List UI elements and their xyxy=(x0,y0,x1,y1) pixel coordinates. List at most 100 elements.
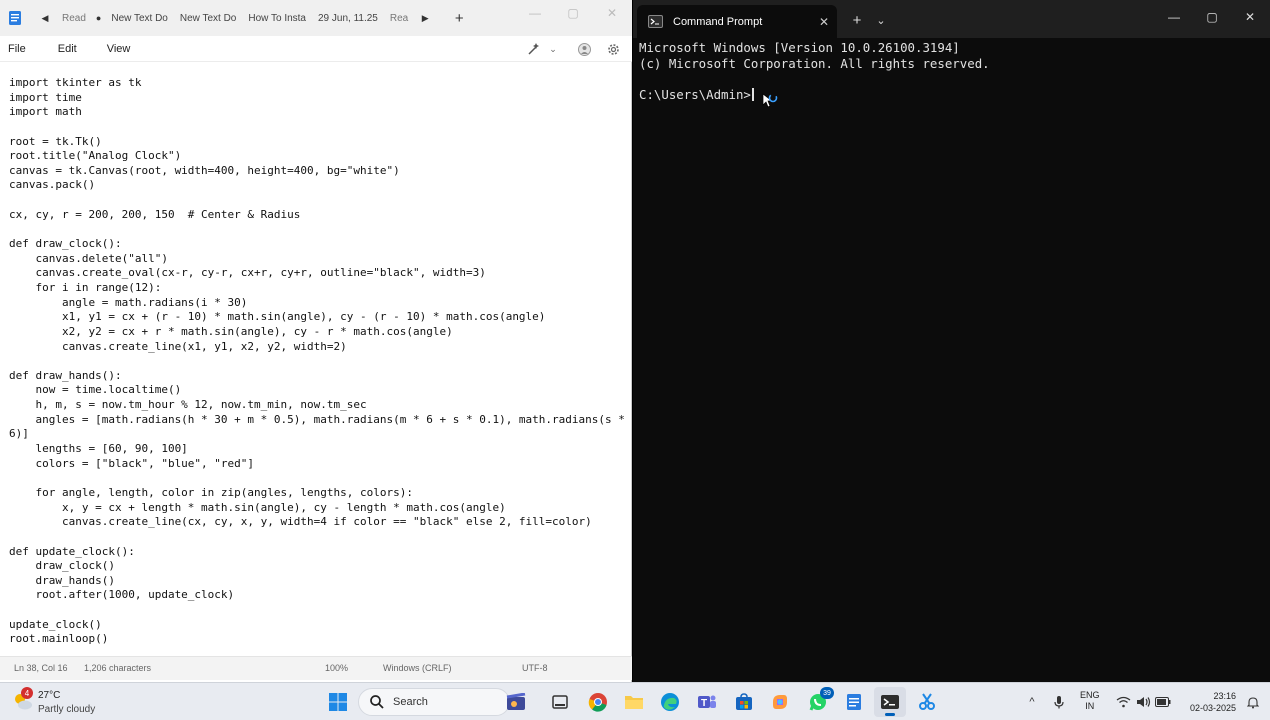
text-cursor xyxy=(751,88,754,101)
code-line: import math xyxy=(9,105,82,119)
code-editor[interactable]: import tkinter as tk import time import ma… xyxy=(9,76,629,654)
maximize-icon[interactable]: ▢ xyxy=(553,0,593,26)
code-line: canvas = tk.Canvas(root, width=400, heig… xyxy=(9,163,400,177)
language-region: IN xyxy=(1085,701,1095,711)
code-line: root = tk.Tk() xyxy=(9,134,102,148)
terminal-output[interactable]: Microsoft Windows [Version 10.0.26100.31… xyxy=(639,40,1264,71)
whatsapp-unread-badge: 39 xyxy=(820,687,834,699)
code-line: canvas.create_oval(cx-r, cy-r, cx+r, cy+… xyxy=(9,266,486,280)
copilot-icon[interactable] xyxy=(764,687,796,717)
code-line: angles = [math.radians(h * 30 + m * 0.5)… xyxy=(9,412,625,426)
code-line: x2, y2 = cx + r * math.sin(angle), cy - … xyxy=(9,324,453,338)
whatsapp-icon[interactable]: 39 xyxy=(802,687,834,717)
minimize-icon[interactable]: — xyxy=(515,0,555,26)
status-zoom[interactable]: 100% xyxy=(325,663,348,673)
code-line: def draw_clock(): xyxy=(9,237,122,251)
volume-icon[interactable] xyxy=(1134,687,1152,717)
taskbar-search-box[interactable]: Search xyxy=(358,688,510,716)
copilot-rewrite-icon[interactable] xyxy=(524,36,544,62)
teams-icon[interactable]: T xyxy=(691,687,723,717)
tab-read-2[interactable]: Rea xyxy=(384,0,414,36)
code-line: for i in range(12): xyxy=(9,280,162,294)
menu-view[interactable]: View xyxy=(99,36,139,62)
status-character-count: 1,206 characters xyxy=(84,663,152,673)
edge-icon[interactable] xyxy=(654,687,686,717)
menu-edit[interactable]: Edit xyxy=(50,36,85,62)
terminal-tab-title: Command Prompt xyxy=(673,15,763,28)
terminal-output-line: (c) Microsoft Corporation. All rights re… xyxy=(639,55,990,71)
show-hidden-icons-chevron-icon[interactable]: ^ xyxy=(1024,687,1040,717)
account-icon[interactable] xyxy=(574,36,594,62)
notepad-app-icon xyxy=(2,0,28,36)
search-label: Search xyxy=(393,696,428,708)
new-tab-icon[interactable]: + xyxy=(847,5,867,35)
code-line: draw_hands() xyxy=(9,573,115,587)
terminal-taskbar-icon[interactable] xyxy=(874,687,906,717)
code-line: import time xyxy=(9,90,82,104)
busy-pointer-icon xyxy=(762,93,778,108)
terminal-prompt-line[interactable]: C:\Users\Admin> xyxy=(639,87,754,102)
close-icon[interactable]: ✕ xyxy=(592,0,632,26)
code-line: update_clock() xyxy=(9,617,102,631)
code-line: root.mainloop() xyxy=(9,632,109,646)
notepad-titlebar: ◀ Read ● New Text Do New Text Do How To … xyxy=(0,0,632,36)
rewrite-dropdown-icon[interactable]: ⌄ xyxy=(546,36,560,62)
notepad-taskbar-icon[interactable] xyxy=(838,687,870,717)
settings-gear-icon[interactable] xyxy=(603,36,623,62)
notification-bell-icon[interactable] xyxy=(1244,687,1262,717)
status-encoding[interactable]: UTF-8 xyxy=(522,663,548,673)
tab-new-text-doc-2[interactable]: New Text Do xyxy=(174,0,243,36)
notepad-statusbar: Ln 38, Col 16 1,206 characters 100% Wind… xyxy=(0,656,632,680)
status-line-ending[interactable]: Windows (CRLF) xyxy=(383,663,452,673)
clock-date: 02-03-2025 xyxy=(1189,703,1236,713)
close-tab-icon[interactable]: ✕ xyxy=(811,15,837,29)
terminal-maximize-icon[interactable]: ▢ xyxy=(1193,0,1231,34)
file-explorer-icon[interactable] xyxy=(618,687,650,717)
media-app-icon[interactable] xyxy=(500,687,532,717)
tab-dropdown-icon[interactable]: ⌄ xyxy=(873,5,889,35)
weather-condition: Partly cloudy xyxy=(38,704,96,715)
terminal-window: Command Prompt ✕ + ⌄ — ▢ ✕ Microsoft Win… xyxy=(633,0,1270,682)
task-view-icon[interactable] xyxy=(544,687,576,717)
tab-scroll-right-icon[interactable]: ▶ xyxy=(414,0,436,36)
taskbar: 4 27°C Partly cloudy Search T 39 ^ ENG I… xyxy=(0,682,1270,720)
code-line: 6)] xyxy=(9,427,29,441)
terminal-output-line: Microsoft Windows [Version 10.0.26100.31… xyxy=(639,40,960,55)
terminal-close-icon[interactable]: ✕ xyxy=(1231,0,1269,34)
language-code: ENG xyxy=(1080,690,1100,700)
snipping-tool-icon[interactable] xyxy=(911,687,943,717)
weather-widget[interactable]: 4 27°C Partly cloudy xyxy=(10,687,120,717)
code-line: lengths = [60, 90, 100] xyxy=(9,442,188,456)
tab-read[interactable]: Read xyxy=(56,0,92,36)
tab-new-text-doc-1[interactable]: New Text Do xyxy=(105,0,174,36)
code-line: def update_clock(): xyxy=(9,544,135,558)
wifi-icon[interactable] xyxy=(1114,687,1132,717)
add-tab-button[interactable]: + xyxy=(446,0,472,36)
store-icon[interactable] xyxy=(728,687,760,717)
language-indicator[interactable]: ENG IN xyxy=(1080,690,1100,712)
terminal-tab[interactable]: Command Prompt ✕ xyxy=(637,5,837,38)
chrome-icon[interactable] xyxy=(582,687,614,717)
system-clock[interactable]: 23:16 02-03-2025 xyxy=(1180,690,1236,714)
clock-time: 23:16 xyxy=(1213,691,1236,701)
code-line: colors = ["black", "blue", "red"] xyxy=(9,456,255,470)
tab-date[interactable]: 29 Jun, 11.25 xyxy=(312,0,384,36)
code-line: canvas.pack() xyxy=(9,178,96,192)
battery-icon[interactable] xyxy=(1154,687,1172,717)
tab-scroll-left-icon[interactable]: ◀ xyxy=(34,0,56,36)
terminal-minimize-icon[interactable]: — xyxy=(1155,0,1193,34)
code-line: now = time.localtime() xyxy=(9,383,182,397)
search-icon xyxy=(370,695,384,709)
tab-how-to-install[interactable]: How To Insta xyxy=(242,0,312,36)
code-line: root.after(1000, update_clock) xyxy=(9,588,235,602)
microphone-icon[interactable] xyxy=(1050,687,1068,717)
code-line: cx, cy, r = 200, 200, 150 # Center & Rad… xyxy=(9,207,301,221)
svg-text:T: T xyxy=(701,698,707,709)
command-prompt-icon xyxy=(647,14,663,30)
menu-file[interactable]: File xyxy=(0,36,34,62)
code-line: canvas.create_line(cx, cy, x, y, width=4… xyxy=(9,515,592,529)
start-button[interactable] xyxy=(322,687,354,717)
